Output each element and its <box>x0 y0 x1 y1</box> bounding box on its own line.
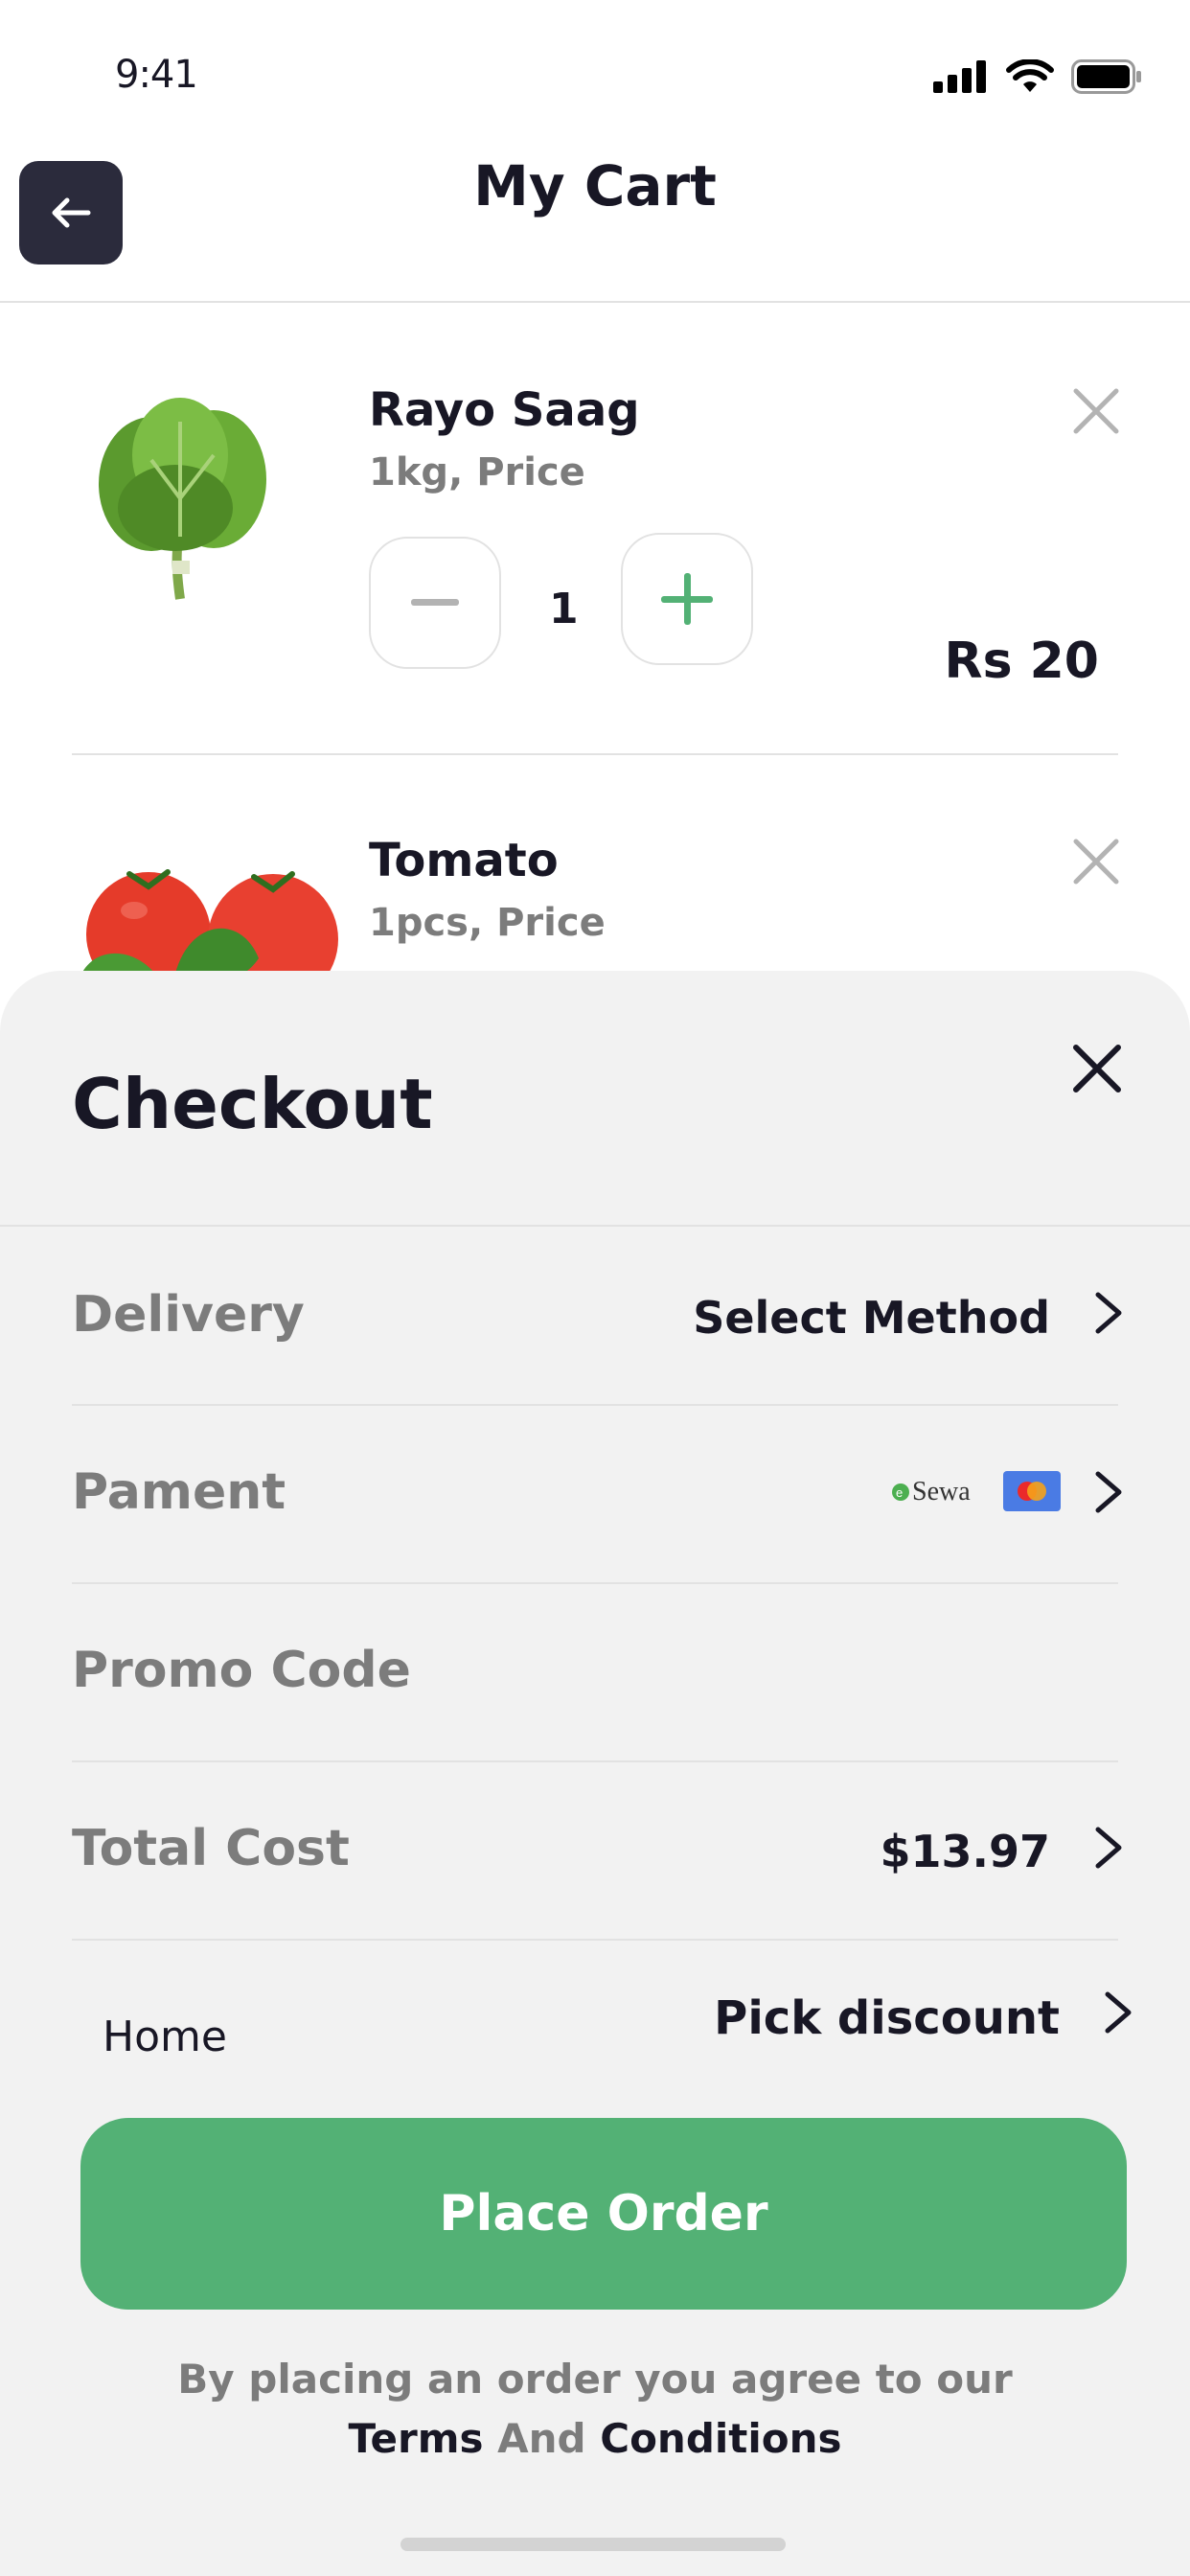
total-cost-value: $13.97 <box>880 1826 1050 1877</box>
chevron-right-icon <box>1095 1292 1122 1334</box>
chevron-right-icon <box>1095 1471 1122 1513</box>
terms-link[interactable]: Terms <box>348 2415 483 2462</box>
payment-row[interactable]: Pament e Sewa <box>0 1406 1190 1581</box>
mastercard-icon <box>1003 1471 1061 1511</box>
pick-discount-value: Pick discount <box>714 1991 1060 2045</box>
increase-quantity-button[interactable] <box>621 533 753 665</box>
product-image-rayo-saag <box>99 398 266 600</box>
terms-links: Terms And Conditions <box>0 2415 1190 2462</box>
status-time: 9:41 <box>115 53 198 97</box>
decrease-quantity-button[interactable] <box>369 537 501 669</box>
esewa-label: Sewa <box>912 1477 971 1506</box>
promo-code-row[interactable]: Promo Code <box>0 1584 1190 1760</box>
delivery-value: Select Method <box>693 1292 1050 1344</box>
esewa-icon: e <box>892 1484 909 1501</box>
discount-row[interactable]: Home Pick discount <box>0 1941 1190 2094</box>
status-icons <box>933 59 1142 94</box>
product-name: Tomato <box>369 834 559 887</box>
product-subtitle: 1pcs, Price <box>369 901 606 945</box>
place-order-button[interactable]: Place Order <box>80 2118 1127 2310</box>
chevron-right-icon <box>1095 1827 1122 1869</box>
conditions-link[interactable]: Conditions <box>600 2415 841 2462</box>
cart-item: Tomato 1pcs, Price <box>0 767 1190 987</box>
payment-label: Pament <box>72 1463 286 1521</box>
item-divider <box>72 753 1118 755</box>
product-image-tomato <box>77 869 338 987</box>
promo-code-label: Promo Code <box>72 1642 411 1699</box>
remove-item-icon[interactable] <box>1070 385 1122 437</box>
chevron-right-icon <box>1105 1991 1132 2034</box>
home-indicator[interactable] <box>400 2538 786 2551</box>
minus-icon <box>411 599 459 606</box>
quantity-value: 1 <box>549 585 579 633</box>
terms-and: And <box>497 2415 586 2462</box>
remove-item-icon[interactable] <box>1070 836 1122 887</box>
total-cost-label: Total Cost <box>72 1820 350 1877</box>
terms-line: By placing an order you agree to our <box>177 2356 1013 2403</box>
plus-icon <box>661 573 713 625</box>
home-label: Home <box>103 2012 227 2061</box>
delivery-label: Delivery <box>72 1286 305 1344</box>
product-name: Rayo Saag <box>369 383 640 437</box>
sheet-divider <box>0 1225 1190 1227</box>
delivery-row[interactable]: Delivery Select Method <box>0 1229 1190 1403</box>
close-icon[interactable] <box>1068 1040 1126 1097</box>
product-subtitle: 1kg, Price <box>369 450 585 494</box>
checkout-title: Checkout <box>72 1064 433 1144</box>
cart-item: Rayo Saag 1kg, Price 1 Rs 20 <box>0 316 1190 757</box>
page-title: My Cart <box>473 153 717 218</box>
svg-text:e: e <box>896 1485 903 1500</box>
product-price: Rs 20 <box>944 632 1099 690</box>
esewa-logo: e Sewa <box>891 1477 971 1507</box>
terms-text: By placing an order you agree to our <box>0 2356 1190 2403</box>
header-divider <box>0 301 1190 303</box>
total-cost-row[interactable]: Total Cost $13.97 <box>0 1762 1190 1938</box>
signal-icon <box>933 60 986 93</box>
battery-icon <box>1071 59 1141 94</box>
wifi-icon <box>1006 59 1054 92</box>
